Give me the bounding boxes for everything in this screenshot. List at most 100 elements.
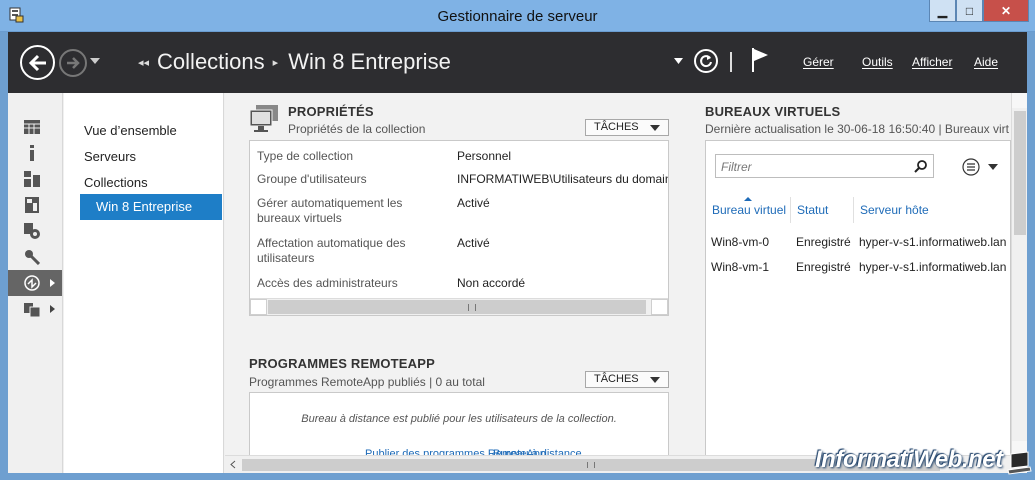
close-button[interactable]: ✕ bbox=[983, 0, 1029, 22]
remote-desktop-icon[interactable] bbox=[24, 275, 40, 291]
remoteapp-title: PROGRAMMES REMOTEAPP bbox=[249, 356, 436, 371]
main-area: Vue d’ensemble Serveurs Collections Win … bbox=[8, 93, 1027, 473]
minimize-button[interactable]: ▁ bbox=[929, 0, 956, 22]
sub-nav: Vue d’ensemble Serveurs Collections Win … bbox=[64, 93, 224, 473]
table-cell[interactable]: hyper-v-s1.informatiweb.lan bbox=[859, 260, 1006, 274]
hyper-v-icon[interactable] bbox=[24, 223, 40, 239]
table-cell[interactable]: Win8-vm-1 bbox=[711, 260, 769, 274]
grip-icon bbox=[468, 304, 476, 311]
grip-icon bbox=[587, 462, 595, 468]
breadcrumb-back-icon: ◂◂ bbox=[138, 56, 150, 69]
back-button[interactable] bbox=[20, 45, 55, 80]
refresh-button[interactable] bbox=[694, 49, 718, 73]
watermark-logo: InformatiWeb.net bbox=[815, 446, 1003, 473]
notifications-flag-icon[interactable] bbox=[750, 47, 770, 73]
dropdown-icon[interactable] bbox=[674, 58, 683, 65]
breadcrumb-item[interactable]: Win 8 Entreprise bbox=[288, 49, 451, 75]
subnav-collections[interactable]: Collections bbox=[84, 175, 148, 190]
left-nav bbox=[8, 93, 63, 473]
refresh-icon bbox=[700, 55, 712, 68]
title-bar: Gestionnaire de serveur ▁ □ ✕ bbox=[0, 0, 1035, 32]
properties-panel: Type de collection Personnel Groupe d'ut… bbox=[249, 140, 669, 316]
property-label: Groupe d'utilisateurs bbox=[257, 172, 367, 186]
filter-input[interactable]: Filtrer bbox=[715, 154, 934, 178]
breadcrumb-separator-icon: ▸ bbox=[272, 56, 279, 69]
column-header[interactable]: Statut bbox=[797, 203, 828, 217]
tasks-label: TÂCHES bbox=[594, 121, 639, 133]
virtual-desktops-title: BUREAUX VIRTUELS bbox=[705, 104, 841, 119]
header-separator bbox=[730, 52, 732, 72]
column-header[interactable]: Bureau virtuel bbox=[712, 203, 786, 217]
tasks-label: TÂCHES bbox=[594, 373, 639, 385]
scroll-left-icon[interactable] bbox=[226, 457, 241, 472]
arrow-left-icon bbox=[28, 54, 46, 71]
vertical-scrollbar[interactable] bbox=[1011, 93, 1027, 456]
table-cell[interactable]: Enregistré bbox=[796, 260, 851, 274]
list-view-icon[interactable] bbox=[962, 158, 980, 176]
filter-placeholder: Filtrer bbox=[721, 160, 752, 174]
scroll-up-icon[interactable] bbox=[1012, 93, 1027, 108]
column-header[interactable]: Serveur hôte bbox=[860, 203, 929, 217]
chevron-down-icon[interactable] bbox=[988, 164, 998, 170]
local-server-icon[interactable] bbox=[24, 145, 40, 161]
file-storage-icon[interactable] bbox=[24, 197, 40, 213]
property-label: Gérer automatiquement les bureaux virtue… bbox=[257, 196, 403, 225]
laptop-icon bbox=[1007, 451, 1032, 475]
property-value: Non accordé bbox=[457, 276, 526, 290]
history-dropdown-icon[interactable] bbox=[90, 56, 100, 66]
search-icon[interactable] bbox=[914, 159, 928, 173]
breadcrumb-item[interactable]: Collections bbox=[157, 49, 265, 75]
scroll-right-icon[interactable] bbox=[651, 299, 668, 315]
properties-tasks-button[interactable]: TÂCHES bbox=[585, 119, 669, 136]
column-divider[interactable] bbox=[790, 197, 791, 223]
table-cell[interactable]: hyper-v-s1.informatiweb.lan bbox=[859, 235, 1006, 249]
dashboard-icon[interactable] bbox=[24, 119, 40, 135]
scroll-left-icon[interactable] bbox=[250, 299, 267, 315]
property-value: Personnel bbox=[457, 149, 512, 163]
property-value: INFORMATIWEB\Utilisateurs du domain bbox=[457, 172, 668, 186]
maximize-button[interactable]: □ bbox=[956, 0, 983, 22]
property-label: Affectation automatique des utilisateurs bbox=[257, 236, 406, 265]
expand-arrow-icon[interactable] bbox=[50, 305, 55, 313]
remoteapp-message: Bureau à distance est publié pour les ut… bbox=[301, 413, 617, 425]
properties-horizontal-scrollbar[interactable] bbox=[250, 298, 668, 315]
table-cell[interactable]: Enregistré bbox=[796, 235, 851, 249]
scrollbar-thumb[interactable] bbox=[1014, 111, 1026, 235]
menu-tools[interactable]: Outils bbox=[862, 55, 893, 69]
properties-title: PROPRIÉTÉS bbox=[288, 104, 374, 119]
breadcrumb: ◂◂ Collections ▸ Win 8 Entreprise bbox=[138, 49, 451, 75]
window-controls: ▁ □ ✕ bbox=[929, 0, 1029, 22]
remoteapp-subtitle: Programmes RemoteApp publiés | 0 au tota… bbox=[249, 375, 485, 389]
properties-subtitle: Propriétés de la collection bbox=[288, 122, 426, 136]
chevron-down-icon bbox=[650, 125, 660, 131]
property-label: Type de collection bbox=[257, 149, 354, 163]
chevron-down-icon bbox=[650, 377, 660, 383]
arrow-right-icon bbox=[67, 57, 80, 69]
wsus-icon[interactable] bbox=[24, 301, 40, 317]
expand-arrow-icon[interactable] bbox=[50, 279, 55, 287]
content-pane: PROPRIÉTÉS Propriétés de la collection T… bbox=[225, 93, 1027, 456]
menu-view[interactable]: Afficher bbox=[912, 55, 952, 69]
monitor-icon bbox=[249, 105, 278, 132]
menu-manage[interactable]: Gérer bbox=[803, 55, 834, 69]
sort-ascending-icon bbox=[744, 197, 752, 201]
subnav-servers[interactable]: Serveurs bbox=[84, 149, 136, 164]
subnav-overview[interactable]: Vue d’ensemble bbox=[84, 123, 177, 138]
subnav-selected-collection[interactable]: Win 8 Entreprise bbox=[80, 194, 222, 220]
column-divider[interactable] bbox=[853, 197, 854, 223]
property-label: Accès des administrateurs bbox=[257, 276, 398, 290]
iis-icon[interactable] bbox=[24, 249, 40, 265]
window-title: Gestionnaire de serveur bbox=[437, 8, 598, 25]
virtual-desktops-subtitle: Dernière actualisation le 30-06-18 16:50… bbox=[705, 122, 1009, 136]
virtual-desktops-panel: Filtrer Bureau virtuel Statut Serveur hô… bbox=[705, 140, 1011, 456]
menu-help[interactable]: Aide bbox=[974, 55, 998, 69]
remoteapp-panel: Bureau à distance est publié pour les ut… bbox=[249, 392, 669, 456]
all-servers-icon[interactable] bbox=[24, 171, 40, 187]
remoteapp-tasks-button[interactable]: TÂCHES bbox=[585, 371, 669, 388]
forward-button[interactable] bbox=[59, 49, 87, 77]
property-value: Activé bbox=[457, 196, 490, 210]
scrollbar-thumb[interactable] bbox=[268, 300, 646, 314]
header-bar: ◂◂ Collections ▸ Win 8 Entreprise Gérer … bbox=[8, 32, 1027, 93]
property-value: Activé bbox=[457, 236, 490, 250]
table-cell[interactable]: Win8-vm-0 bbox=[711, 235, 769, 249]
